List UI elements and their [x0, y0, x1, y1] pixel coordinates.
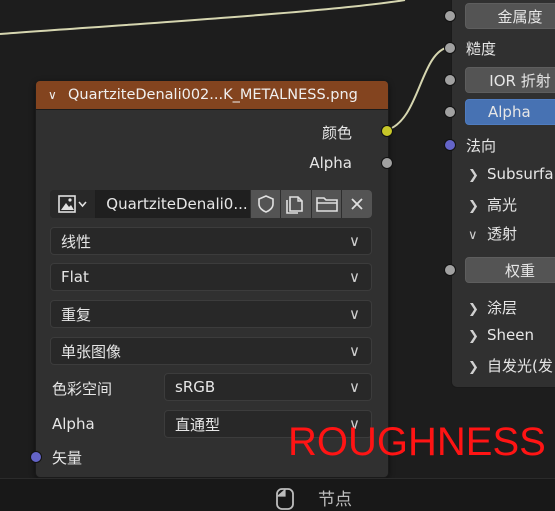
chevron-down-icon: ∨	[349, 305, 360, 323]
close-icon	[351, 198, 363, 210]
status-node-label: 节点	[318, 490, 352, 510]
section-coat[interactable]: ❯ 涂层	[468, 297, 517, 318]
ior-input-socket[interactable]	[444, 74, 456, 86]
chevron-right-icon: ❯	[468, 302, 479, 317]
chevron-down-icon: ∨	[349, 268, 360, 286]
alpha-output-socket[interactable]	[381, 157, 393, 169]
unlink-image-button[interactable]	[341, 190, 372, 218]
section-coat-label: 涂层	[487, 299, 518, 317]
alpha-output-label: Alpha	[309, 154, 352, 172]
ior-field[interactable]: IOR 折射	[465, 67, 555, 93]
weight-input-socket[interactable]	[444, 264, 456, 276]
new-image-button[interactable]	[280, 190, 311, 218]
interpolation-value: 线性	[61, 232, 92, 251]
chevron-right-icon: ❯	[468, 168, 479, 183]
weight-label: 权重	[504, 261, 535, 280]
colorspace-value: sRGB	[175, 378, 216, 396]
alpha-mode-label: Alpha	[52, 415, 95, 433]
metallic-input-socket[interactable]	[444, 10, 456, 22]
section-sheen-label: Sheen	[487, 326, 534, 344]
section-emission[interactable]: ❯ 自发光(发	[468, 355, 553, 376]
source-dropdown[interactable]: 单张图像 ∨	[50, 337, 372, 365]
chevron-down-icon: ∨	[468, 228, 478, 243]
ior-label: IOR 折射	[489, 71, 551, 90]
image-selector: QuartziteDenali0...	[50, 190, 372, 218]
chevron-down-icon: ∨	[349, 232, 360, 250]
wire-color-to-roughness	[386, 46, 450, 131]
metallic-field[interactable]: 金属度	[465, 3, 555, 29]
fake-user-button[interactable]	[249, 190, 281, 218]
chevron-down-icon: ∨	[349, 378, 360, 396]
extension-dropdown[interactable]: 重复 ∨	[50, 300, 372, 328]
open-image-button[interactable]	[310, 190, 342, 218]
chevron-down-icon[interactable]: ∨	[48, 88, 68, 102]
normal-input-socket[interactable]	[444, 139, 456, 151]
color-output-socket[interactable]	[381, 125, 393, 137]
vector-input-label: 矢量	[52, 449, 83, 467]
chevron-right-icon: ❯	[468, 329, 479, 344]
weight-field[interactable]: 权重	[465, 257, 555, 283]
alpha-input-socket[interactable]	[444, 106, 456, 118]
metallic-label: 金属度	[497, 7, 543, 26]
shield-icon	[257, 195, 274, 213]
section-specular-label: 高光	[487, 196, 518, 214]
chevron-down-icon: ∨	[349, 342, 360, 360]
bottom-status-bar: 节点	[0, 478, 555, 511]
section-subsurface[interactable]: ❯ Subsurfa	[468, 165, 554, 183]
wire-top-curve	[0, 0, 406, 35]
section-sheen[interactable]: ❯ Sheen	[468, 326, 534, 344]
section-emission-label: 自发光(发	[487, 357, 553, 375]
projection-dropdown[interactable]: Flat ∨	[50, 263, 372, 291]
normal-input-label: 法向	[466, 137, 497, 155]
interpolation-dropdown[interactable]: 线性 ∨	[50, 227, 372, 255]
section-transmission-label: 透射	[487, 225, 518, 243]
roughness-annotation: ROUGHNESS	[288, 420, 546, 464]
image-name-field[interactable]: QuartziteDenali0...	[96, 190, 250, 218]
mouse-icon	[276, 488, 294, 510]
section-transmission[interactable]: ∨ 透射	[468, 223, 517, 244]
image-browse-button[interactable]	[50, 190, 97, 218]
image-texture-node[interactable]: ∨ QuartziteDenali002...K_METALNESS.png 颜…	[35, 80, 389, 478]
image-icon	[57, 195, 87, 213]
section-specular[interactable]: ❯ 高光	[468, 194, 517, 215]
roughness-input-label: 糙度	[466, 40, 497, 58]
section-subsurface-label: Subsurfa	[487, 165, 554, 183]
color-output-label: 颜色	[321, 124, 352, 142]
node-header[interactable]: ∨ QuartziteDenali002...K_METALNESS.png	[36, 81, 388, 110]
node-title: QuartziteDenali002...K_METALNESS.png	[68, 87, 358, 103]
duplicate-icon	[286, 196, 303, 214]
alpha-field-label: Alpha	[488, 103, 531, 121]
source-value: 单张图像	[61, 342, 122, 361]
projection-value: Flat	[61, 268, 89, 286]
colorspace-label: 色彩空间	[52, 380, 113, 398]
alpha-field[interactable]: Alpha	[465, 99, 555, 125]
extension-value: 重复	[61, 305, 92, 324]
vector-input-socket[interactable]	[30, 451, 42, 463]
chevron-right-icon: ❯	[468, 360, 479, 375]
chevron-right-icon: ❯	[468, 199, 479, 214]
roughness-input-socket[interactable]	[444, 42, 456, 54]
folder-icon	[315, 197, 338, 212]
colorspace-dropdown[interactable]: sRGB ∨	[164, 373, 372, 401]
